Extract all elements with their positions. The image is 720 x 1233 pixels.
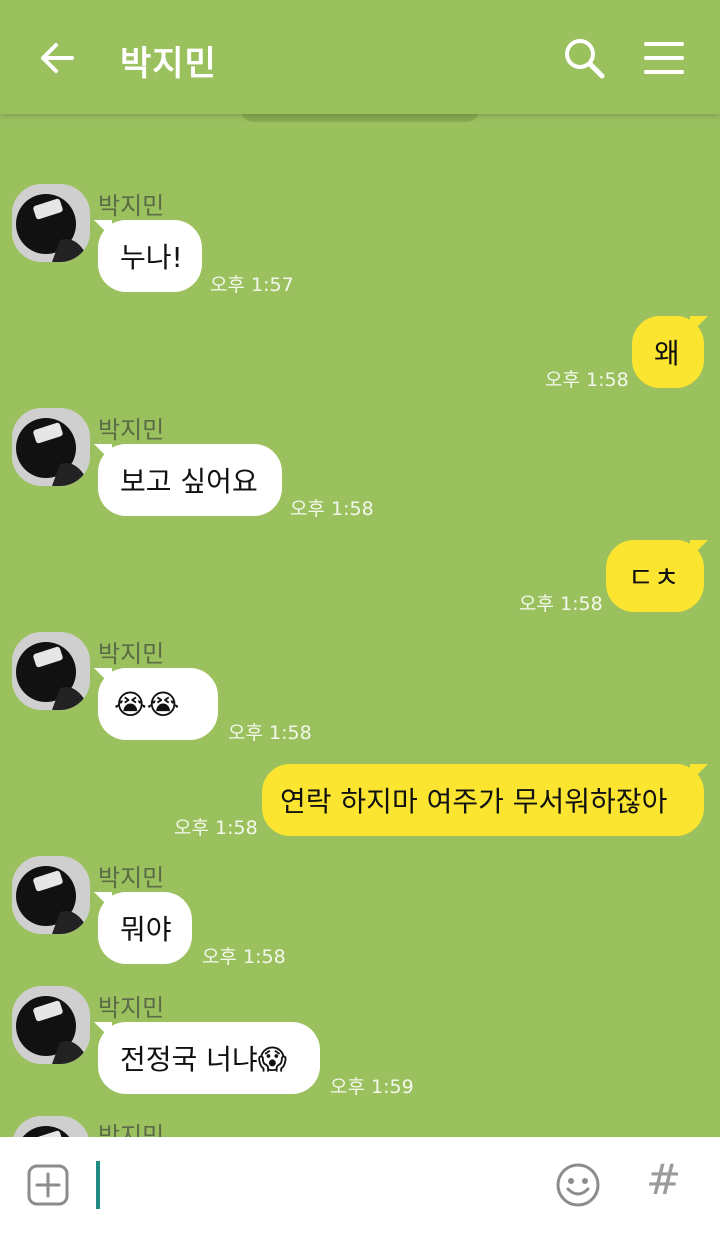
search-icon[interactable] — [560, 34, 608, 82]
message-time: 오후 1:58 — [174, 817, 258, 839]
chat-header: 박지민 — [0, 0, 720, 114]
avatar[interactable] — [12, 632, 90, 710]
incoming-message-bubble[interactable]: 😭😭 — [94, 668, 218, 740]
chat-title: 박지민 — [120, 44, 217, 84]
message-input-field[interactable] — [96, 1161, 100, 1209]
sender-name: 박지민 — [98, 416, 165, 444]
outgoing-message-bubble[interactable]: 연락 하지마 여주가 무서워하잖아 — [262, 764, 708, 836]
avatar[interactable] — [12, 184, 90, 262]
incoming-message-bubble[interactable]: 전정국 너냐😱 — [94, 1022, 320, 1094]
message-time: 오후 1:58 — [519, 593, 603, 615]
sender-name: 박지민 — [98, 192, 165, 220]
plus-square-icon[interactable] — [26, 1163, 70, 1207]
message-time: 오후 1:58 — [290, 498, 374, 520]
smiley-icon[interactable] — [554, 1161, 602, 1209]
outgoing-message-bubble[interactable]: 왜 — [632, 316, 708, 388]
incoming-message-bubble[interactable]: 뭐야 — [94, 892, 192, 964]
sender-name: 박지민 — [98, 864, 165, 892]
avatar[interactable] — [12, 856, 90, 934]
message-time: 오후 1:58 — [228, 722, 312, 744]
hashtag-search-button[interactable]: # — [646, 1155, 681, 1204]
incoming-message-bubble[interactable]: 보고 싶어요 — [94, 444, 282, 516]
incoming-message-bubble[interactable]: 누나! — [94, 220, 202, 292]
sender-name: 박지민 — [98, 640, 165, 668]
message-time: 오후 1:57 — [210, 274, 294, 296]
sender-name: 박지민 — [98, 994, 165, 1022]
avatar[interactable] — [12, 986, 90, 1064]
hamburger-menu-icon[interactable] — [640, 36, 688, 80]
message-time: 오후 1:58 — [545, 369, 629, 391]
outgoing-message-bubble[interactable]: ㄷㅊ — [606, 540, 708, 612]
avatar[interactable] — [12, 408, 90, 486]
message-time: 오후 1:58 — [202, 946, 286, 968]
message-input-bar: # — [0, 1137, 720, 1233]
message-time: 오후 1:59 — [330, 1076, 414, 1098]
back-arrow-icon[interactable] — [36, 36, 80, 80]
